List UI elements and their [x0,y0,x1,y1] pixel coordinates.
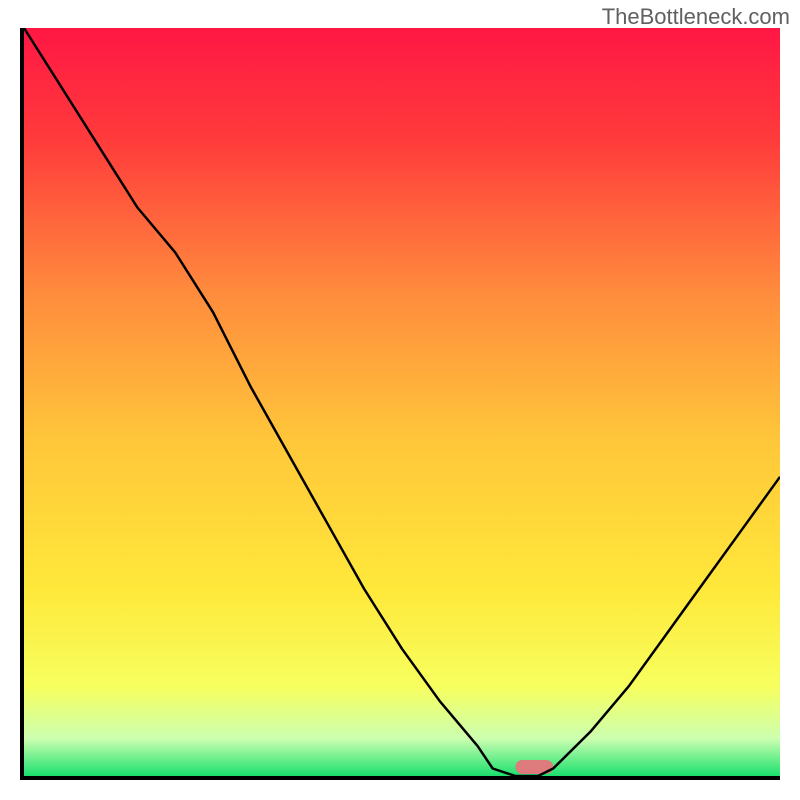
chart-svg [20,28,780,780]
chart-container: TheBottleneck.com [0,0,800,800]
gradient-background [24,28,780,776]
y-axis [20,28,24,780]
x-axis [20,776,780,780]
watermark-label: TheBottleneck.com [602,4,790,30]
plot-area [20,28,780,780]
